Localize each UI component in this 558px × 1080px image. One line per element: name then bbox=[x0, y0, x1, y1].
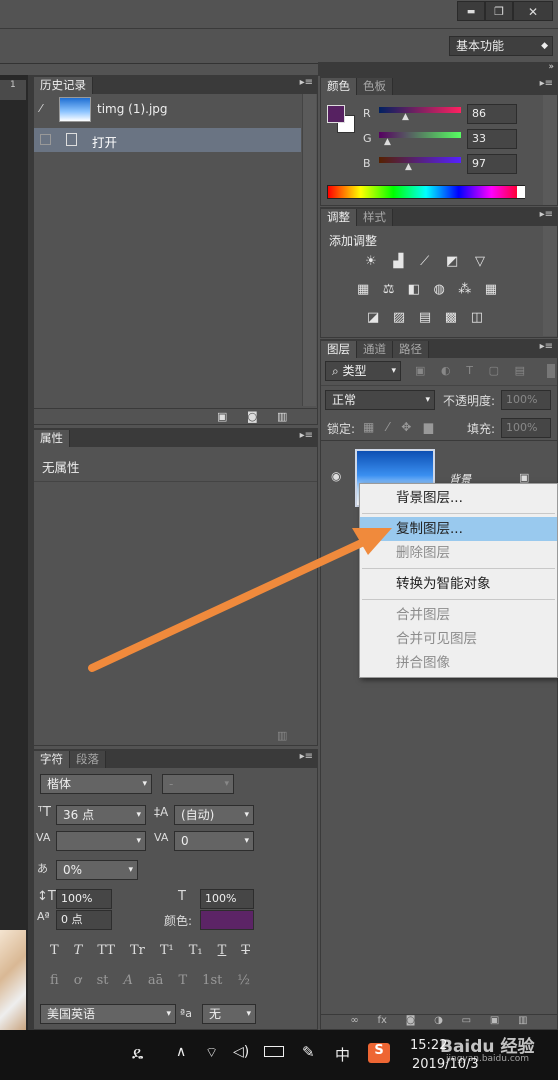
pen-icon[interactable]: ✎ bbox=[302, 1043, 315, 1061]
arrow-shaft bbox=[88, 536, 372, 672]
volume-icon[interactable]: ◁) bbox=[233, 1044, 249, 1060]
annotation-arrow bbox=[88, 528, 392, 672]
people-icon[interactable]: ዴ bbox=[132, 1044, 143, 1064]
network-icon[interactable]: ⌔ bbox=[205, 1044, 218, 1062]
chevron-up-icon[interactable]: ∧ bbox=[176, 1044, 186, 1060]
battery-icon[interactable] bbox=[264, 1046, 284, 1057]
sogou-icon[interactable]: S bbox=[368, 1043, 390, 1063]
ime-indicator[interactable]: 中 bbox=[335, 1044, 350, 1065]
taskbar: ዴ ∧ ⌔ ◁) ✎ 中 S 15:22 2019/10/3 Baidu 经验 … bbox=[0, 1030, 558, 1080]
baidu-watermark-url: jingyan.baidu.com bbox=[446, 1054, 530, 1064]
